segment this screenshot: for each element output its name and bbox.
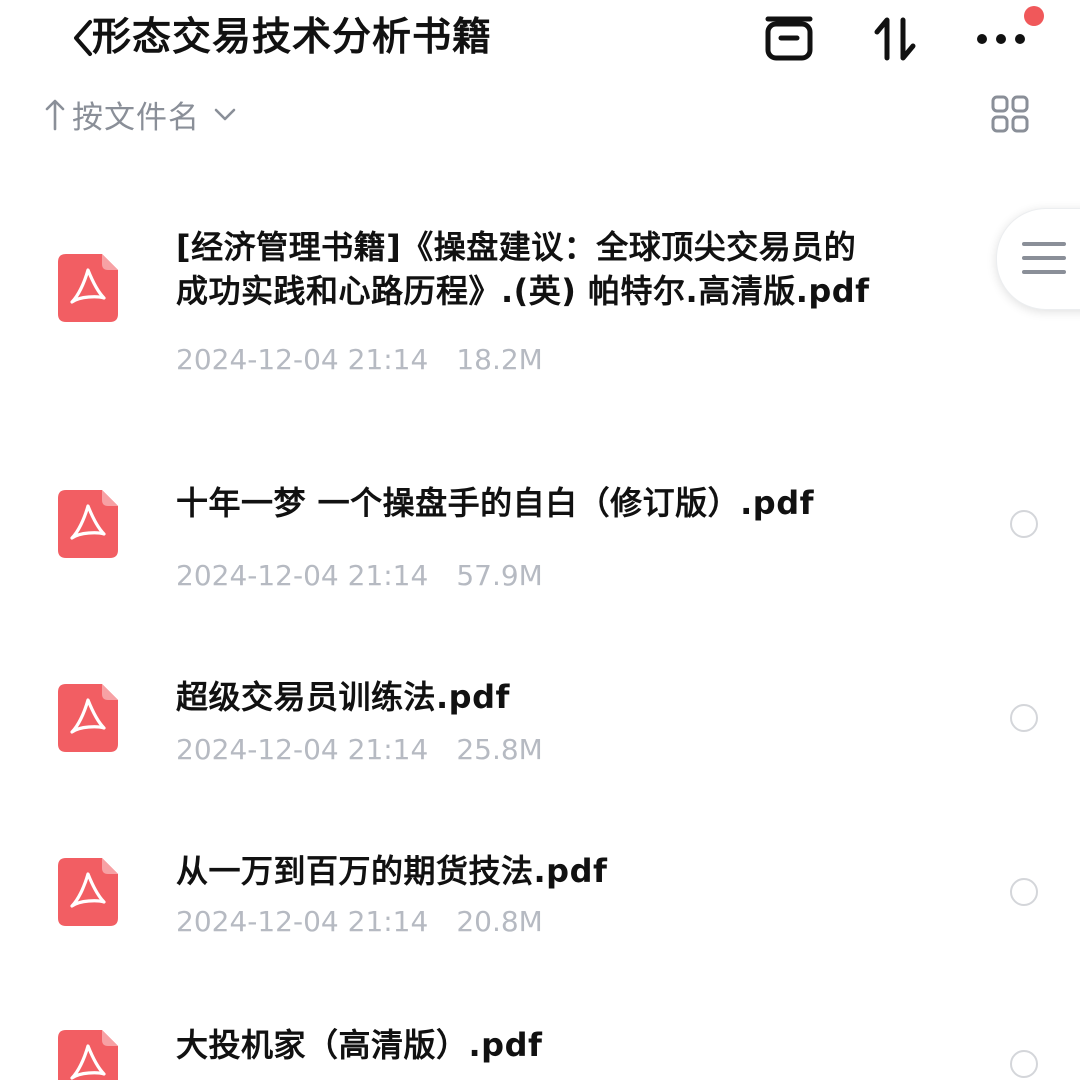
select-checkbox[interactable]: [1010, 1050, 1038, 1078]
file-meta: 2024-12-04 21:14 20.8M: [176, 902, 543, 942]
file-row[interactable]: 十年一梦 一个操盘手的自白（修订版）.pdf 2024-12-04 21:14 5…: [0, 470, 1080, 610]
file-date: 2024-12-04 21:14: [176, 559, 429, 592]
grid-view-icon: [991, 95, 1029, 133]
file-row[interactable]: 大投机家（高清版）.pdf: [0, 1016, 1080, 1080]
file-row[interactable]: [经济管理书籍]《操盘建议：全球顶尖交易员的 成功实践和心路历程》.(英) 帕特…: [0, 210, 1080, 400]
arrow-up-icon: [45, 99, 65, 131]
pdf-file-icon: [58, 254, 118, 322]
file-date: 2024-12-04 21:14: [176, 733, 429, 766]
select-checkbox[interactable]: [1010, 510, 1038, 538]
file-size: 57.9M: [456, 559, 543, 592]
select-checkbox[interactable]: [1010, 878, 1038, 906]
file-row[interactable]: 超级交易员训练法.pdf 2024-12-04 21:14 25.8M: [0, 670, 1080, 790]
file-name: 超级交易员训练法.pdf: [176, 678, 510, 716]
select-checkbox[interactable]: [1010, 704, 1038, 732]
notification-dot: [1024, 6, 1044, 26]
file-name-line: 成功实践和心路历程》.(英) 帕特尔.高清版.pdf: [176, 272, 870, 310]
file-name-line: [经济管理书籍]《操盘建议：全球顶尖交易员的: [176, 228, 857, 266]
file-date: 2024-12-04 21:14: [176, 905, 429, 938]
file-size: 20.8M: [456, 905, 543, 938]
pdf-file-icon: [58, 1030, 118, 1080]
pdf-file-icon: [58, 684, 118, 752]
file-row[interactable]: 从一万到百万的期货技法.pdf 2024-12-04 21:14 20.8M: [0, 844, 1080, 964]
file-name: 大投机家（高清版）.pdf: [176, 1026, 543, 1064]
file-size: 25.8M: [456, 733, 543, 766]
chevron-down-icon: [214, 108, 236, 121]
page-title: 形态交易技术分析书籍: [92, 15, 493, 60]
file-meta: 2024-12-04 21:14 25.8M: [176, 730, 543, 770]
file-name: 从一万到百万的期货技法.pdf: [176, 852, 608, 890]
file-list-screen: 形态交易技术分析书籍 按文件名 [经济管理书籍]《操盘建议：全球顶尖交易员的 成…: [0, 0, 1080, 1080]
tray-button[interactable]: [760, 10, 818, 68]
more-dots-icon: [977, 34, 1025, 44]
file-date: 2024-12-04 21:14: [176, 343, 429, 376]
pdf-file-icon: [58, 490, 118, 558]
file-name: 十年一梦 一个操盘手的自白（修订版）.pdf: [176, 484, 815, 522]
file-size: 18.2M: [456, 343, 543, 376]
menu-lines-icon: [1022, 242, 1066, 274]
file-meta: 2024-12-04 21:14 18.2M: [176, 340, 543, 380]
tray-icon: [765, 16, 813, 61]
pdf-file-icon: [58, 858, 118, 926]
sort-button[interactable]: [866, 10, 924, 68]
sort-selector[interactable]: 按文件名: [44, 90, 238, 138]
file-meta: 2024-12-04 21:14 57.9M: [176, 556, 543, 596]
sort-arrows-icon: [874, 17, 916, 61]
view-toggle-button[interactable]: [988, 92, 1032, 136]
sort-label: 按文件名: [72, 99, 200, 136]
